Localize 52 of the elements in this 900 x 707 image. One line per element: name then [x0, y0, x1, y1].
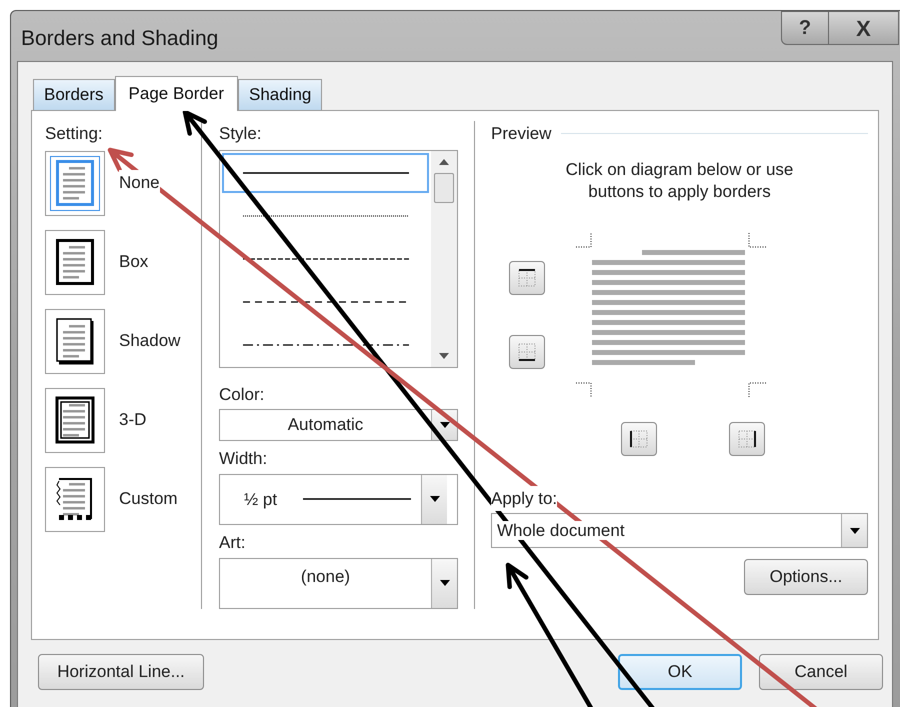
help-button[interactable]: ?	[781, 11, 829, 45]
color-label: Color:	[219, 384, 266, 406]
scrollbar[interactable]	[431, 150, 457, 366]
caret-icon	[440, 580, 450, 586]
page-setting-icon	[55, 238, 95, 286]
dialog-tab[interactable]: Borders	[33, 79, 115, 110]
apply-to-value: Whole document	[497, 520, 625, 540]
page-setting-icon	[55, 396, 95, 444]
dropdown-button[interactable]	[421, 474, 448, 524]
color-dropdown[interactable]: Automatic	[219, 409, 458, 442]
ok-button[interactable]: OK	[618, 654, 742, 690]
right-border-button[interactable]	[729, 422, 765, 456]
art-dropdown[interactable]: (none)	[219, 558, 458, 609]
caret-icon	[850, 528, 860, 534]
preview-title: Preview	[491, 123, 552, 145]
style-label: Style:	[219, 123, 263, 145]
width-dropdown[interactable]: ½ pt	[219, 474, 458, 526]
art-value: (none)	[300, 566, 352, 588]
dropdown-button[interactable]	[841, 514, 867, 547]
line-style-list[interactable]	[219, 150, 458, 368]
setting-option[interactable]	[45, 308, 105, 374]
scroll-thumb[interactable]	[434, 172, 454, 202]
dialog-tab[interactable]: Shading	[238, 79, 322, 110]
caret-icon	[440, 422, 450, 428]
apply-to-dropdown[interactable]: Whole document	[491, 513, 868, 548]
page-setting-icon	[55, 159, 95, 207]
scroll-down-icon	[439, 352, 449, 358]
setting-label: Setting:	[45, 123, 104, 145]
top-border-button[interactable]	[509, 260, 545, 294]
options-button[interactable]: Options...	[744, 559, 868, 595]
line-style-option[interactable]	[222, 152, 429, 192]
setting-option[interactable]	[45, 230, 105, 294]
close-button[interactable]: X	[829, 11, 899, 45]
page-setting-icon	[55, 317, 95, 365]
width-label: Width:	[219, 448, 268, 470]
art-label: Art:	[219, 532, 246, 554]
scroll-up-icon	[439, 158, 449, 164]
dialog-tab[interactable]: Page Border	[114, 76, 238, 111]
cancel-button[interactable]: Cancel	[759, 654, 883, 690]
setting-option[interactable]	[45, 466, 105, 532]
width-value: ½ pt	[244, 488, 278, 511]
window-title: Borders and Shading	[21, 26, 218, 52]
dropdown-button[interactable]	[431, 558, 457, 608]
left-border-button[interactable]	[621, 422, 657, 456]
page-setting-icon	[55, 475, 95, 523]
preview-hint: Click on diagram below or use buttons to apply borders	[564, 158, 794, 202]
caret-icon	[430, 496, 440, 502]
color-value: Automatic	[286, 414, 364, 436]
setting-option[interactable]	[45, 388, 105, 452]
horizontal-line-button[interactable]: Horizontal Line...	[38, 654, 204, 690]
bottom-border-button[interactable]	[509, 334, 545, 368]
apply-to-label: Apply to:	[491, 486, 558, 511]
